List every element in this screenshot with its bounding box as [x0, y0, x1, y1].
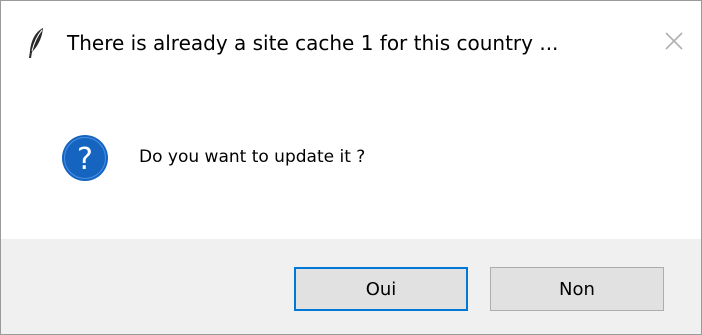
window-title: There is already a site cache 1 for this…	[67, 31, 559, 55]
title-bar[interactable]: There is already a site cache 1 for this…	[1, 1, 701, 85]
no-button[interactable]: Non	[490, 267, 664, 311]
feather-icon	[27, 27, 47, 59]
close-button[interactable]	[651, 23, 697, 63]
close-icon	[664, 31, 684, 55]
svg-text:?: ?	[77, 142, 93, 177]
dialog-content: ? Do you want to update it ?	[1, 85, 701, 239]
question-icon: ?	[61, 134, 109, 182]
yes-button[interactable]: Oui	[294, 267, 468, 311]
button-bar: Oui Non	[1, 239, 701, 334]
message-dialog: There is already a site cache 1 for this…	[0, 0, 702, 335]
message-text: Do you want to update it ?	[139, 147, 366, 167]
